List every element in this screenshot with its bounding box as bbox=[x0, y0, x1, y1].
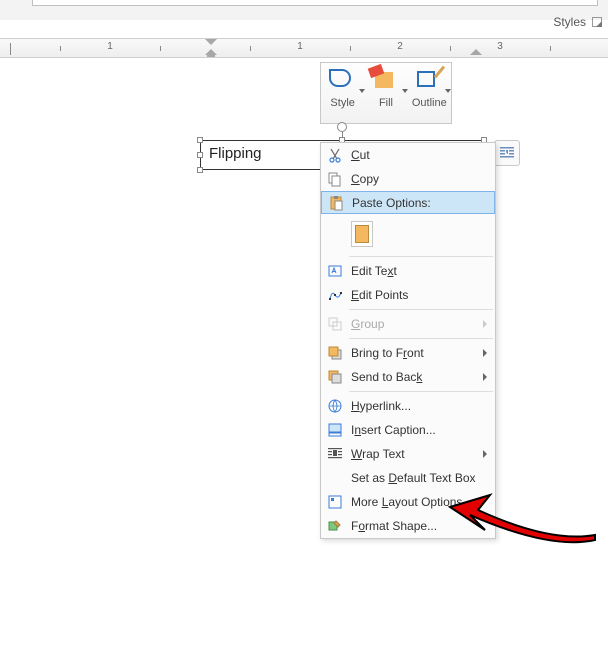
menu-hyperlink-label: Hyperlink... bbox=[351, 399, 411, 413]
horizontal-ruler[interactable]: 1 1 2 3 bbox=[0, 38, 608, 58]
outline-button[interactable]: Outline bbox=[409, 69, 449, 123]
menu-insert-caption[interactable]: Insert Caption... bbox=[321, 418, 495, 442]
layout-options-button[interactable] bbox=[494, 140, 520, 166]
left-indent-marker[interactable] bbox=[205, 39, 217, 57]
caption-icon bbox=[327, 422, 343, 438]
rotate-handle[interactable] bbox=[337, 122, 347, 132]
ruler-mark: 1 bbox=[297, 41, 303, 52]
menu-bring-front-label: Bring to Front bbox=[351, 346, 424, 360]
menu-wrap-text-label: Wrap Text bbox=[351, 447, 405, 461]
menu-format-shape-label: Format Shape... bbox=[351, 519, 437, 533]
menu-separator bbox=[349, 309, 493, 310]
menu-paste-options[interactable]: Paste Options: bbox=[321, 191, 495, 214]
cut-icon bbox=[327, 147, 343, 163]
menu-cut-label: Cut bbox=[351, 148, 370, 162]
style-label: Style bbox=[323, 97, 363, 109]
ruler-mark: 1 bbox=[107, 41, 113, 52]
menu-wrap-text[interactable]: Wrap Text bbox=[321, 442, 495, 466]
menu-paste-options-label: Paste Options: bbox=[352, 196, 431, 210]
menu-group-label: Group bbox=[351, 317, 384, 331]
more-layout-icon bbox=[327, 494, 343, 510]
menu-separator bbox=[349, 256, 493, 257]
ruler-mark: 2 bbox=[397, 41, 403, 52]
menu-edit-points-label: Edit Points bbox=[351, 288, 408, 302]
menu-edit-text-label: Edit Text bbox=[351, 264, 397, 278]
menu-send-to-back[interactable]: Send to Back bbox=[321, 365, 495, 389]
copy-icon bbox=[327, 171, 343, 187]
menu-copy[interactable]: Copy bbox=[321, 167, 495, 191]
layout-options-icon bbox=[499, 145, 515, 161]
styles-dialog-launcher[interactable] bbox=[592, 17, 602, 27]
menu-group: Group bbox=[321, 312, 495, 336]
format-shape-icon bbox=[327, 518, 343, 534]
menu-edit-text[interactable]: Edit Text bbox=[321, 259, 495, 283]
hyperlink-icon bbox=[327, 398, 343, 414]
bring-front-icon bbox=[327, 345, 343, 361]
fill-label: Fill bbox=[366, 97, 406, 109]
ribbon-gallery-edge bbox=[32, 0, 598, 6]
mini-toolbar: Style Fill Outline bbox=[320, 62, 452, 124]
edit-points-icon bbox=[327, 287, 343, 303]
edit-text-icon bbox=[327, 263, 343, 279]
menu-edit-points[interactable]: Edit Points bbox=[321, 283, 495, 307]
group-icon bbox=[327, 316, 343, 332]
menu-separator bbox=[349, 338, 493, 339]
annotation-arrow bbox=[440, 485, 600, 555]
menu-cut[interactable]: Cut bbox=[321, 143, 495, 167]
fill-button[interactable]: Fill bbox=[366, 69, 406, 123]
menu-paste-keep-source[interactable] bbox=[321, 214, 495, 254]
context-menu: Cut Copy Paste Options: Edit Text bbox=[320, 142, 496, 539]
paste-icon bbox=[328, 195, 344, 211]
paste-keep-source-icon bbox=[351, 221, 373, 247]
menu-insert-caption-label: Insert Caption... bbox=[351, 423, 436, 437]
resize-handle[interactable] bbox=[197, 137, 203, 143]
menu-hyperlink[interactable]: Hyperlink... bbox=[321, 394, 495, 418]
resize-handle[interactable] bbox=[197, 167, 203, 173]
menu-send-back-label: Send to Back bbox=[351, 370, 422, 384]
menu-separator bbox=[349, 391, 493, 392]
ribbon-strip: Styles bbox=[0, 0, 608, 20]
right-indent-marker[interactable] bbox=[470, 39, 482, 57]
styles-group-label: Styles bbox=[553, 15, 586, 29]
outline-label: Outline bbox=[409, 97, 449, 109]
menu-bring-to-front[interactable]: Bring to Front bbox=[321, 341, 495, 365]
ruler-mark: 3 bbox=[497, 41, 503, 52]
menu-copy-label: Copy bbox=[351, 172, 379, 186]
send-back-icon bbox=[327, 369, 343, 385]
style-button[interactable]: Style bbox=[323, 69, 363, 123]
wrap-text-icon bbox=[327, 446, 343, 462]
resize-handle[interactable] bbox=[197, 152, 203, 158]
menu-set-default-label: Set as Default Text Box bbox=[351, 471, 476, 485]
